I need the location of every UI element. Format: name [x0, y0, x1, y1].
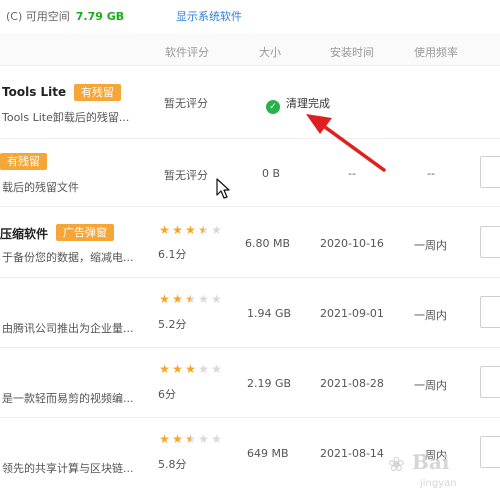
star-icon: ★ — [159, 223, 170, 237]
software-name: 压缩软件 — [0, 227, 49, 241]
star-rating: ★ ★ ★ ★ ★ — [158, 432, 223, 446]
table-row[interactable]: 压缩软件 广告弹窗 于备份您的数据，缩减电... ★ ★ ★ ★ ★ 6.1分 6.80… — [0, 207, 500, 278]
table-row[interactable]: Tools Lite 有残留 Tools Lite卸载后的残留... 暂无评分 — [0, 66, 500, 139]
column-header-rating[interactable]: 软件评分 — [165, 44, 209, 60]
table-row[interactable]: 有残留 载后的残留文件 暂无评分 0 B -- -- — [0, 139, 500, 207]
star-rating: ★ ★ ★ ★ ★ — [158, 223, 223, 237]
score-value: 6.1分 — [158, 248, 187, 261]
show-system-software-link[interactable]: 显示系统软件 — [176, 8, 242, 24]
star-icon: ★ — [185, 223, 196, 237]
uninstall-button[interactable] — [480, 296, 500, 328]
rating-text: 暂无评分 — [164, 169, 208, 182]
frequency-value: 一周内 — [414, 379, 447, 392]
star-icon: ★ — [159, 292, 170, 306]
score-value: 5.8分 — [158, 458, 187, 471]
star-icon: ★ — [211, 432, 222, 446]
install-time-value: 2020-10-16 — [320, 237, 384, 250]
software-description: 是一款轻而易剪的视频编... — [2, 392, 134, 405]
residue-badge: 有残留 — [74, 84, 121, 101]
size-value: 0 B — [262, 167, 281, 180]
size-value: 2.19 GB — [247, 377, 292, 390]
table-row[interactable]: 由腾讯公司推出为企业量... ★ ★ ★ ★ ★ 5.2分 1.94 GB 2021-0… — [0, 278, 500, 348]
star-icon: ★ — [211, 292, 222, 306]
watermark-text: Bai — [412, 450, 450, 474]
frequency-value: 一周内 — [414, 239, 447, 252]
uninstall-button[interactable] — [480, 366, 500, 398]
score-value: 6分 — [158, 388, 176, 401]
star-icon: ★ — [172, 292, 183, 306]
star-icon: ★ — [211, 223, 222, 237]
star-icon: ★ — [198, 432, 209, 446]
software-description: 领先的共享计算与区块链... — [2, 462, 134, 475]
free-space-value: 7.79 GB — [75, 10, 125, 23]
residue-badge: 有残留 — [0, 153, 47, 170]
star-rating: ★ ★ ★ ★ ★ — [158, 292, 223, 306]
star-icon: ★ — [172, 362, 183, 376]
size-value: 649 MB — [247, 447, 289, 460]
uninstall-button[interactable] — [480, 156, 500, 188]
star-icon: ★ — [198, 292, 209, 306]
table-row[interactable]: 是一款轻而易剪的视频编... ★ ★ ★ ★ ★ 6分 2.19 GB 2021-08-… — [0, 348, 500, 418]
software-description: 由腾讯公司推出为企业量... — [2, 322, 134, 335]
red-arrow-icon — [306, 114, 386, 172]
mouse-cursor-icon — [216, 178, 230, 199]
software-description: 于备份您的数据，缩减电... — [2, 251, 134, 264]
software-description: 载后的残留文件 — [2, 181, 79, 194]
uninstall-button[interactable] — [480, 226, 500, 258]
drive-space: (C) 可用空间 7.79 GB — [6, 8, 124, 24]
column-header-size[interactable]: 大小 — [259, 44, 281, 60]
column-header-frequency[interactable]: 使用频率 — [414, 44, 458, 60]
install-time-value: 2021-09-01 — [320, 307, 384, 320]
software-name: Tools Lite — [2, 85, 67, 99]
frequency-value: -- — [427, 167, 435, 180]
software-description: Tools Lite卸载后的残留... — [2, 111, 130, 124]
star-icon: ★ — [172, 223, 183, 237]
star-icon: ★ — [172, 432, 183, 446]
top-bar: (C) 可用空间 7.79 GB 显示系统软件 — [0, 0, 500, 32]
star-icon: ★ — [185, 362, 196, 376]
frequency-value: 一周内 — [414, 309, 447, 322]
score-value: 5.2分 — [158, 318, 187, 331]
size-value: 6.80 MB — [245, 237, 291, 250]
star-icon: ★ — [185, 292, 196, 306]
size-value: 1.94 GB — [247, 307, 292, 320]
table-header: 软件评分 大小 安装时间 使用频率 — [0, 34, 500, 66]
column-header-install-time[interactable]: 安装时间 — [330, 44, 374, 60]
rating-text: 暂无评分 — [164, 97, 208, 110]
drive-label: (C) 可用空间 — [6, 10, 70, 23]
star-rating: ★ ★ ★ ★ ★ — [158, 362, 223, 376]
star-icon: ★ — [185, 432, 196, 446]
install-time-value: 2021-08-14 — [320, 447, 384, 460]
star-icon: ★ — [159, 362, 170, 376]
install-time-value: 2021-08-28 — [320, 377, 384, 390]
star-icon: ★ — [198, 223, 209, 237]
star-icon: ★ — [211, 362, 222, 376]
check-circle-icon: ✓ — [266, 100, 280, 114]
paw-icon: ❀ — [388, 452, 405, 476]
ad-popup-badge: 广告弹窗 — [56, 224, 114, 241]
watermark: ❀ Bai jingyan — [380, 446, 498, 496]
star-icon: ★ — [198, 362, 209, 376]
watermark-subtext: jingyan — [420, 478, 457, 489]
star-icon: ★ — [159, 432, 170, 446]
